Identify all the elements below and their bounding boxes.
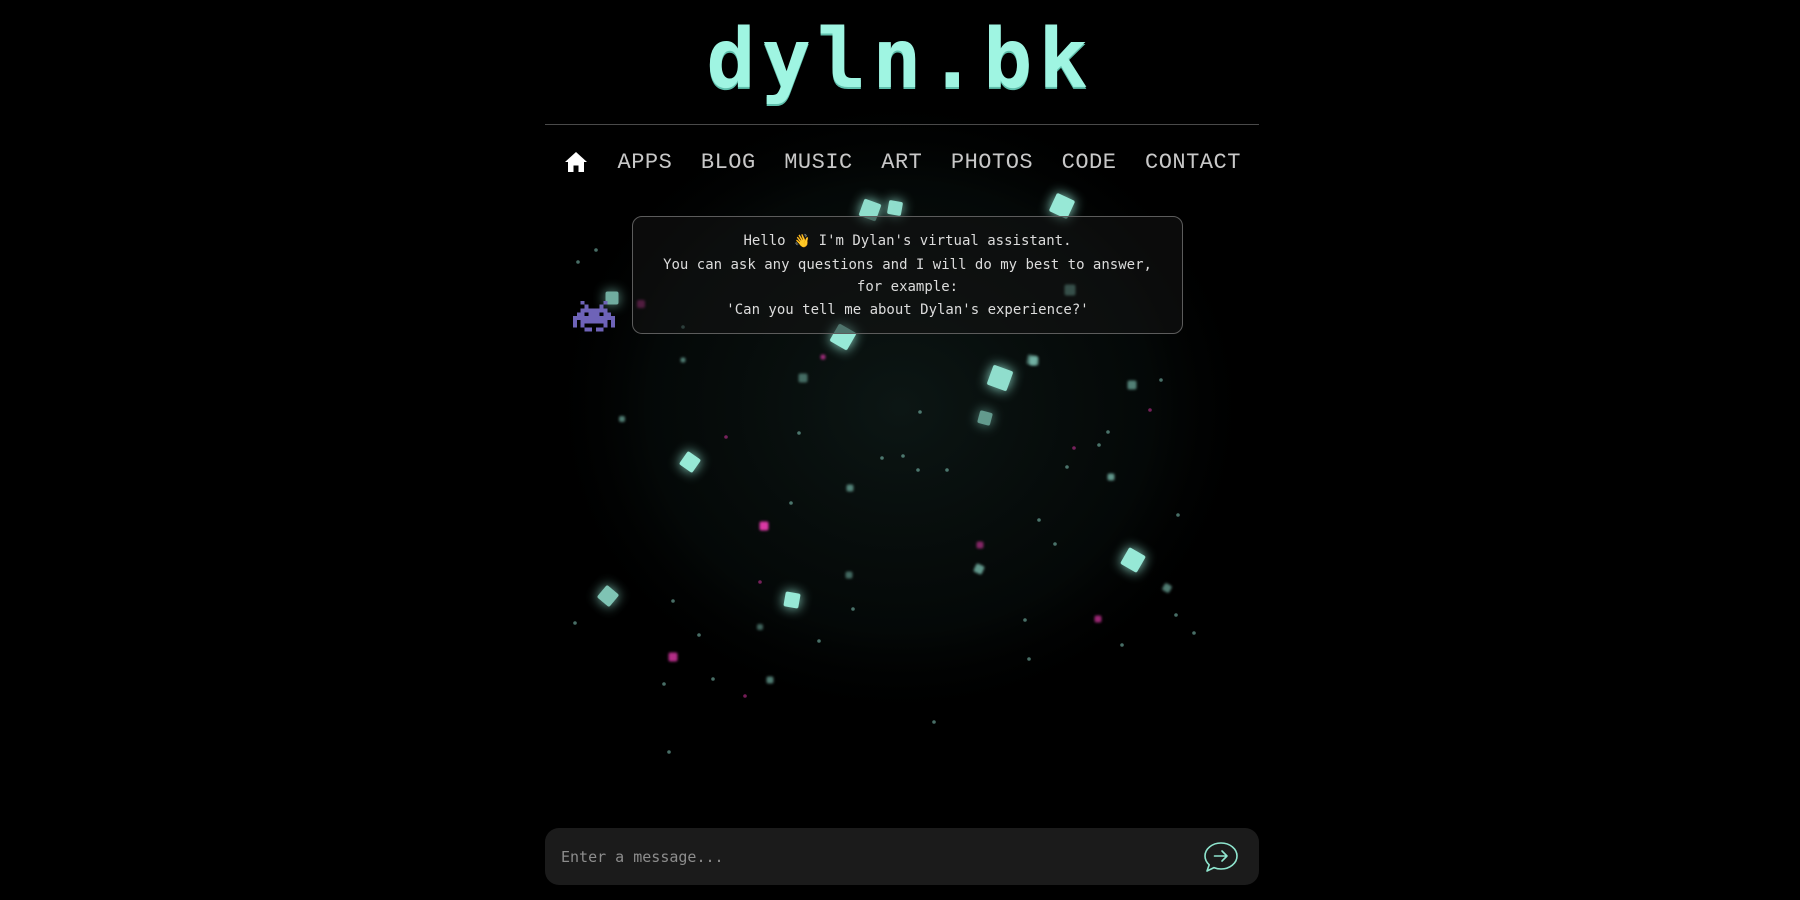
background-speck	[1159, 378, 1163, 382]
background-cube	[619, 416, 625, 422]
background-speck	[662, 682, 666, 686]
greeting-line-3: for example:	[856, 279, 959, 295]
background-speck	[1072, 446, 1076, 450]
background-cube	[887, 200, 903, 216]
background-cube	[1107, 473, 1115, 481]
background-speck	[1176, 513, 1180, 517]
background-speck	[1120, 643, 1124, 647]
nav-apps[interactable]: APPS	[618, 150, 673, 175]
background-speck	[1097, 443, 1101, 447]
background-speck	[918, 410, 922, 414]
background-speck	[667, 750, 671, 754]
home-icon[interactable]	[563, 149, 589, 175]
message-input[interactable]	[561, 828, 1151, 885]
background-speck	[1106, 430, 1110, 434]
background-speck	[1174, 613, 1178, 617]
background-speck	[1023, 618, 1027, 622]
main-nav: APPS BLOG MUSIC ART PHOTOS CODE CONTACT	[545, 140, 1259, 184]
nav-music[interactable]: MUSIC	[784, 150, 853, 175]
background-cube	[1026, 354, 1038, 366]
background-speck	[576, 260, 580, 264]
greeting-line-1: Hello 👋 I'm Dylan's virtual assistant.	[643, 230, 1172, 254]
background-cube	[783, 591, 801, 609]
background-speck	[797, 431, 801, 435]
background-speck	[916, 468, 920, 472]
background-speck	[932, 720, 936, 724]
background-speck	[743, 694, 747, 698]
background-speck	[1053, 542, 1057, 546]
background-speck	[851, 607, 855, 611]
background-speck	[1192, 631, 1196, 635]
background-cube	[766, 676, 774, 684]
site-title[interactable]: dyln.bk	[0, 14, 1800, 106]
nav-art[interactable]: ART	[881, 150, 922, 175]
header-divider	[545, 124, 1259, 125]
background-speck	[880, 456, 884, 460]
background-cube	[976, 541, 984, 549]
background-speck	[697, 633, 701, 637]
background-speck	[573, 621, 577, 625]
background-speck	[758, 580, 762, 584]
background-speck	[1027, 657, 1031, 661]
background-speck	[1065, 465, 1069, 469]
nav-contact[interactable]: CONTACT	[1145, 150, 1241, 175]
send-arrow-icon	[1204, 842, 1238, 872]
background-speck	[594, 248, 598, 252]
background-cube	[680, 357, 686, 363]
background-cube	[757, 624, 763, 630]
background-speck	[789, 501, 793, 505]
nav-blog[interactable]: BLOG	[701, 150, 756, 175]
background-cube	[798, 373, 808, 383]
background-cube	[1127, 380, 1137, 390]
floating-cubes-background	[540, 100, 1260, 754]
background-cube	[668, 652, 678, 662]
background-speck	[945, 468, 949, 472]
background-speck	[1148, 408, 1152, 412]
background-cube	[759, 521, 769, 531]
nav-code[interactable]: CODE	[1062, 150, 1117, 175]
background-cube	[845, 571, 853, 579]
assistant-message-bubble: Hello 👋 I'm Dylan's virtual assistant. Y…	[632, 216, 1183, 334]
greeting-line-2: You can ask any questions and I will do …	[663, 256, 1152, 273]
background-speck	[711, 677, 715, 681]
background-speck	[1037, 518, 1041, 522]
waving-hand-icon: 👋	[794, 234, 811, 249]
message-composer	[545, 828, 1259, 885]
background-speck	[817, 639, 821, 643]
background-speck	[671, 599, 675, 603]
space-invader-icon	[573, 300, 615, 332]
background-speck	[901, 454, 905, 458]
nav-photos[interactable]: PHOTOS	[951, 150, 1033, 175]
background-cube	[846, 484, 854, 492]
background-speck	[724, 435, 728, 439]
send-button[interactable]	[1202, 840, 1240, 874]
background-cube	[820, 354, 826, 360]
example-question: 'Can you tell me about Dylan's experienc…	[726, 301, 1089, 318]
background-cube	[1094, 615, 1102, 623]
